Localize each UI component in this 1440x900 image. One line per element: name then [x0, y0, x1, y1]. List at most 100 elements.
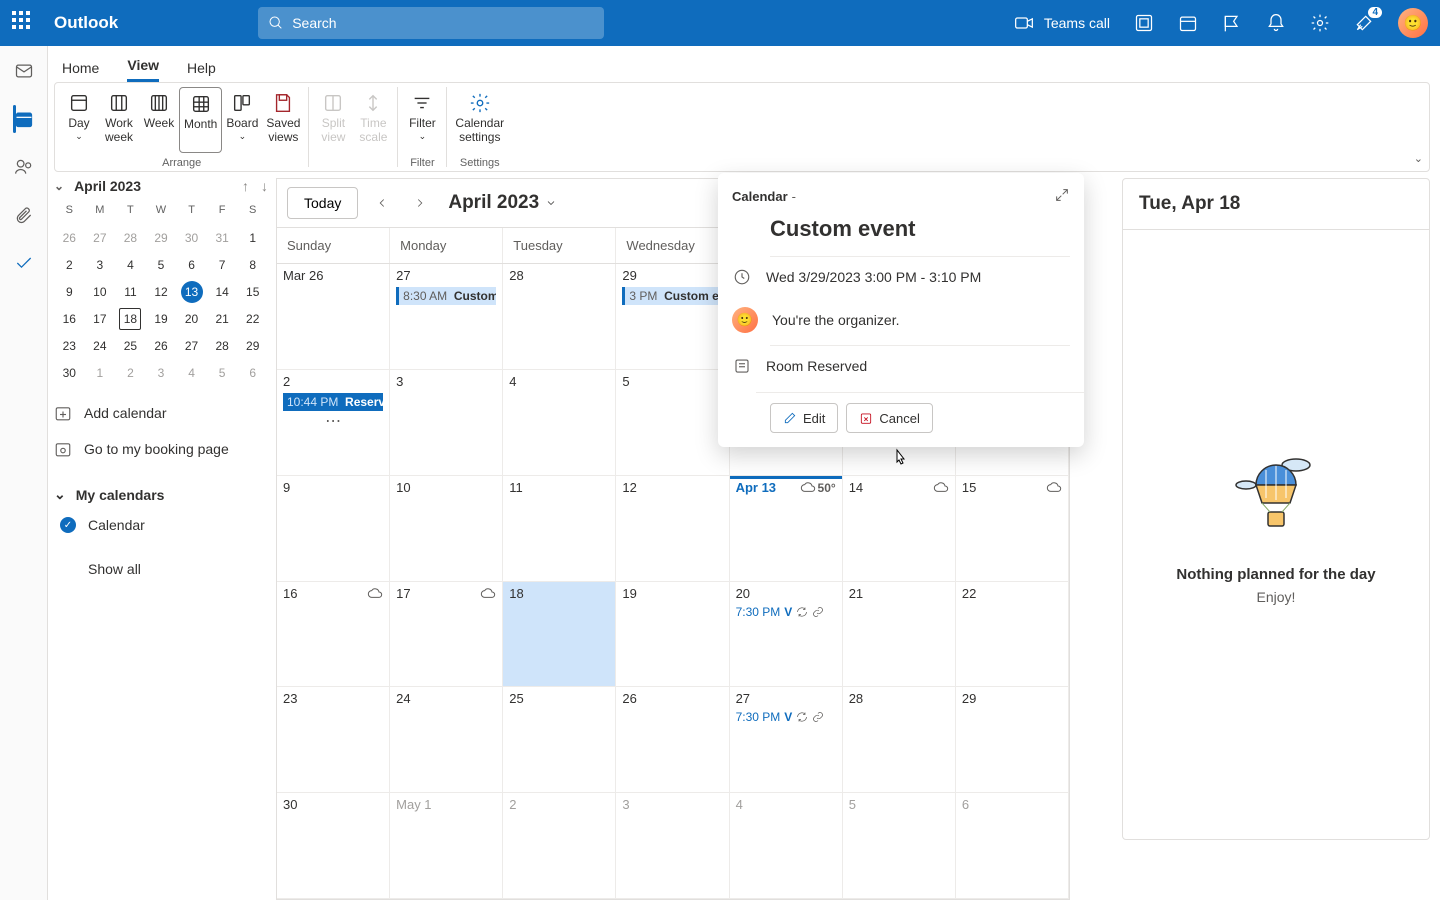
tips-icon[interactable]	[1222, 13, 1242, 33]
mini-cal-day[interactable]: 28	[207, 332, 238, 359]
calendar-cell[interactable]: 12	[616, 476, 729, 582]
tab-help[interactable]: Help	[187, 54, 216, 82]
calendar-cell[interactable]: 3	[390, 370, 503, 476]
event-item[interactable]: 7:30 PM V	[736, 605, 836, 619]
calendar-cell[interactable]: 210:44 PM Reserv⋯	[277, 370, 390, 476]
calendar-cell[interactable]: 22	[956, 582, 1069, 688]
mini-cal-day[interactable]: 8	[237, 251, 268, 278]
calendar-cell[interactable]: 18	[503, 582, 616, 688]
more-events[interactable]: ⋯	[283, 411, 383, 431]
mini-cal-day[interactable]: 1	[237, 224, 268, 251]
calendar-cell[interactable]: 277:30 PM V	[730, 687, 843, 793]
event-item[interactable]: 8:30 AM Custom	[396, 287, 496, 305]
tab-view[interactable]: View	[127, 51, 159, 82]
calendar-cell[interactable]: 25	[503, 687, 616, 793]
calendar-cell[interactable]: 207:30 PM V	[730, 582, 843, 688]
mini-cal-day[interactable]: 4	[115, 251, 146, 278]
calendar-item[interactable]: ✓ Calendar	[54, 517, 268, 533]
event-item[interactable]: 10:44 PM Reserv	[283, 393, 383, 411]
mini-cal-day[interactable]: 26	[146, 332, 177, 359]
booking-link[interactable]: Go to my booking page	[54, 440, 268, 458]
mini-cal-day[interactable]: 13	[176, 278, 207, 305]
mini-cal-day[interactable]: 30	[176, 224, 207, 251]
mini-cal-day[interactable]: 5	[207, 359, 238, 386]
ribbon-collapse-icon[interactable]: ⌄	[1414, 152, 1423, 165]
my-day-icon[interactable]	[1178, 13, 1198, 33]
app-launcher-icon[interactable]	[12, 11, 36, 35]
mini-cal-day[interactable]: 31	[207, 224, 238, 251]
mini-cal-day[interactable]: 24	[85, 332, 116, 359]
mini-cal-day[interactable]: 5	[146, 251, 177, 278]
mini-cal-day[interactable]: 11	[115, 278, 146, 305]
mini-cal-day[interactable]: 4	[176, 359, 207, 386]
expand-icon[interactable]	[1054, 187, 1070, 206]
calendar-cell[interactable]: 9	[277, 476, 390, 582]
whats-new-icon[interactable]: 4	[1354, 13, 1374, 33]
mini-cal-day[interactable]: 3	[146, 359, 177, 386]
people-icon[interactable]	[13, 156, 35, 178]
calendar-cell[interactable]: 26	[616, 687, 729, 793]
calendar-cell[interactable]: 16	[277, 582, 390, 688]
files-icon[interactable]	[13, 204, 35, 226]
mini-cal-day[interactable]: 23	[54, 332, 85, 359]
collapse-icon[interactable]: ⌄	[54, 179, 64, 193]
mini-cal-day[interactable]: 25	[115, 332, 146, 359]
ribbon-calendar-settings[interactable]: Calendar settings	[451, 87, 508, 153]
calendar-cell[interactable]: 29	[956, 687, 1069, 793]
calendar-cell[interactable]: 4	[730, 793, 843, 899]
mini-cal-next-icon[interactable]: ↓	[261, 178, 268, 194]
ribbon-filter[interactable]: Filter⌄	[402, 87, 442, 153]
todo-icon[interactable]	[13, 252, 35, 274]
calendar-cell[interactable]: 4	[503, 370, 616, 476]
mini-cal-day[interactable]: 6	[176, 251, 207, 278]
calendar-cell[interactable]: 24	[390, 687, 503, 793]
notifications-icon[interactable]	[1266, 13, 1286, 33]
calendar-cell[interactable]: 3	[616, 793, 729, 899]
edit-button[interactable]: Edit	[770, 403, 838, 433]
teams-call-button[interactable]: Teams call	[1014, 13, 1110, 33]
mini-cal-day[interactable]: 6	[237, 359, 268, 386]
mail-icon[interactable]	[13, 60, 35, 82]
mini-cal-day[interactable]: 2	[54, 251, 85, 278]
calendar-cell[interactable]: 293 PM Custom ev	[616, 264, 729, 370]
mini-cal-day[interactable]: 9	[54, 278, 85, 305]
my-calendars-section[interactable]: ⌄ My calendars	[54, 486, 268, 503]
mini-cal-day[interactable]: 30	[54, 359, 85, 386]
today-button[interactable]: Today	[287, 187, 358, 219]
ribbon-work-week[interactable]: Work week	[99, 87, 139, 153]
calendar-cell[interactable]: 17	[390, 582, 503, 688]
calendar-cell[interactable]: 278:30 AM Custom	[390, 264, 503, 370]
main-month-title[interactable]: April 2023	[448, 192, 557, 214]
calendar-cell[interactable]: 14	[843, 476, 956, 582]
mini-cal-day[interactable]: 27	[85, 224, 116, 251]
mini-cal-day[interactable]: 19	[146, 305, 177, 332]
calendar-cell[interactable]: 5	[843, 793, 956, 899]
calendar-cell[interactable]: 28	[503, 264, 616, 370]
mini-cal-day[interactable]: 29	[146, 224, 177, 251]
ribbon-month[interactable]: Month	[179, 87, 222, 153]
calendar-cell[interactable]: 28	[843, 687, 956, 793]
calendar-cell[interactable]: 10	[390, 476, 503, 582]
mini-cal-day[interactable]: 1	[85, 359, 116, 386]
mini-cal-day[interactable]: 17	[85, 305, 116, 332]
calendar-cell[interactable]: 11	[503, 476, 616, 582]
mini-cal-day[interactable]: 22	[237, 305, 268, 332]
mini-cal-day[interactable]: 27	[176, 332, 207, 359]
prev-month-icon[interactable]	[368, 189, 396, 217]
search-box[interactable]	[258, 7, 604, 39]
tab-home[interactable]: Home	[62, 54, 99, 82]
ribbon-saved-views[interactable]: Saved views	[262, 87, 304, 153]
calendar-cell[interactable]: 5	[616, 370, 729, 476]
calendar-cell[interactable]: 23	[277, 687, 390, 793]
ribbon-week[interactable]: Week	[139, 87, 179, 153]
mini-cal-day[interactable]: 21	[207, 305, 238, 332]
ribbon-board[interactable]: Board⌄	[222, 87, 262, 153]
calendar-cell[interactable]: 2	[503, 793, 616, 899]
calendar-cell[interactable]: 30	[277, 793, 390, 899]
mini-cal-day[interactable]: 3	[85, 251, 116, 278]
mini-cal-day[interactable]: 2	[115, 359, 146, 386]
calendar-cell[interactable]: May 1	[390, 793, 503, 899]
mini-cal-day[interactable]: 7	[207, 251, 238, 278]
calendar-icon[interactable]	[13, 108, 35, 130]
event-item[interactable]: 7:30 PM V	[736, 710, 836, 724]
